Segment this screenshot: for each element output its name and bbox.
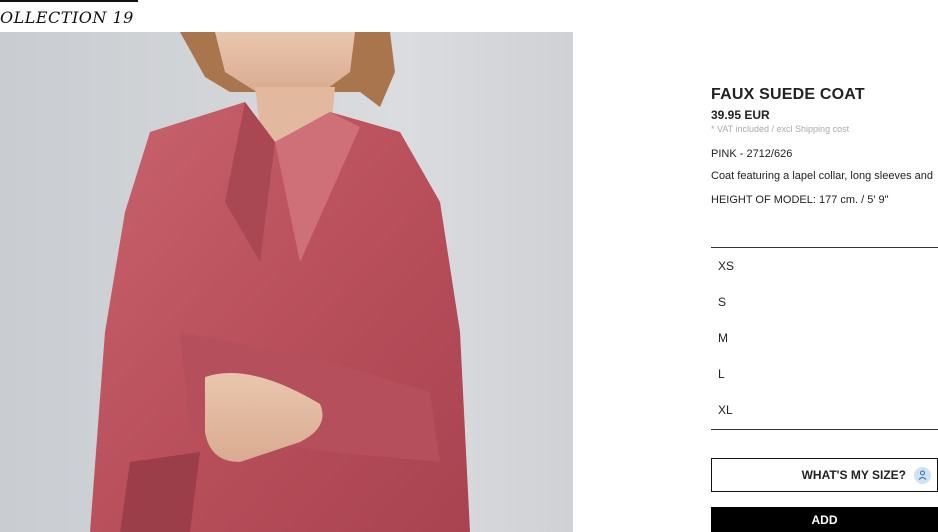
size-option-l[interactable]: L	[711, 356, 938, 392]
vat-note: * VAT included / excl Shipping cost	[711, 124, 850, 134]
person-icon	[914, 466, 931, 484]
size-option-xl[interactable]: XL	[711, 392, 938, 428]
size-option-xs[interactable]: XS	[711, 248, 938, 284]
collection-label: OLLECTION 19	[0, 8, 134, 27]
model-wearing-coat-image	[0, 32, 573, 532]
model-height: HEIGHT OF MODEL: 177 cm. / 5' 9"	[711, 194, 889, 206]
color-reference: PINK - 2712/626	[711, 148, 793, 160]
size-option-m[interactable]: M	[711, 320, 938, 356]
product-price: 39.95 EUR	[711, 108, 770, 122]
product-photo	[0, 32, 573, 532]
product-description: Coat featuring a lapel collar, long slee…	[711, 170, 933, 182]
size-selector: XS S M L XL	[711, 247, 938, 430]
whats-my-size-label: WHAT'S MY SIZE?	[801, 468, 906, 482]
product-title: FAUX SUEDE COAT	[711, 86, 865, 103]
collection-logo: OLLECTION 19	[0, 0, 140, 30]
whats-my-size-button[interactable]: WHAT'S MY SIZE?	[711, 458, 938, 492]
size-option-s[interactable]: S	[711, 284, 938, 320]
add-to-cart-button[interactable]: ADD	[711, 507, 938, 532]
product-info: FAUX SUEDE COAT 39.95 EUR * VAT included…	[711, 86, 938, 206]
logo-mark	[0, 0, 138, 2]
